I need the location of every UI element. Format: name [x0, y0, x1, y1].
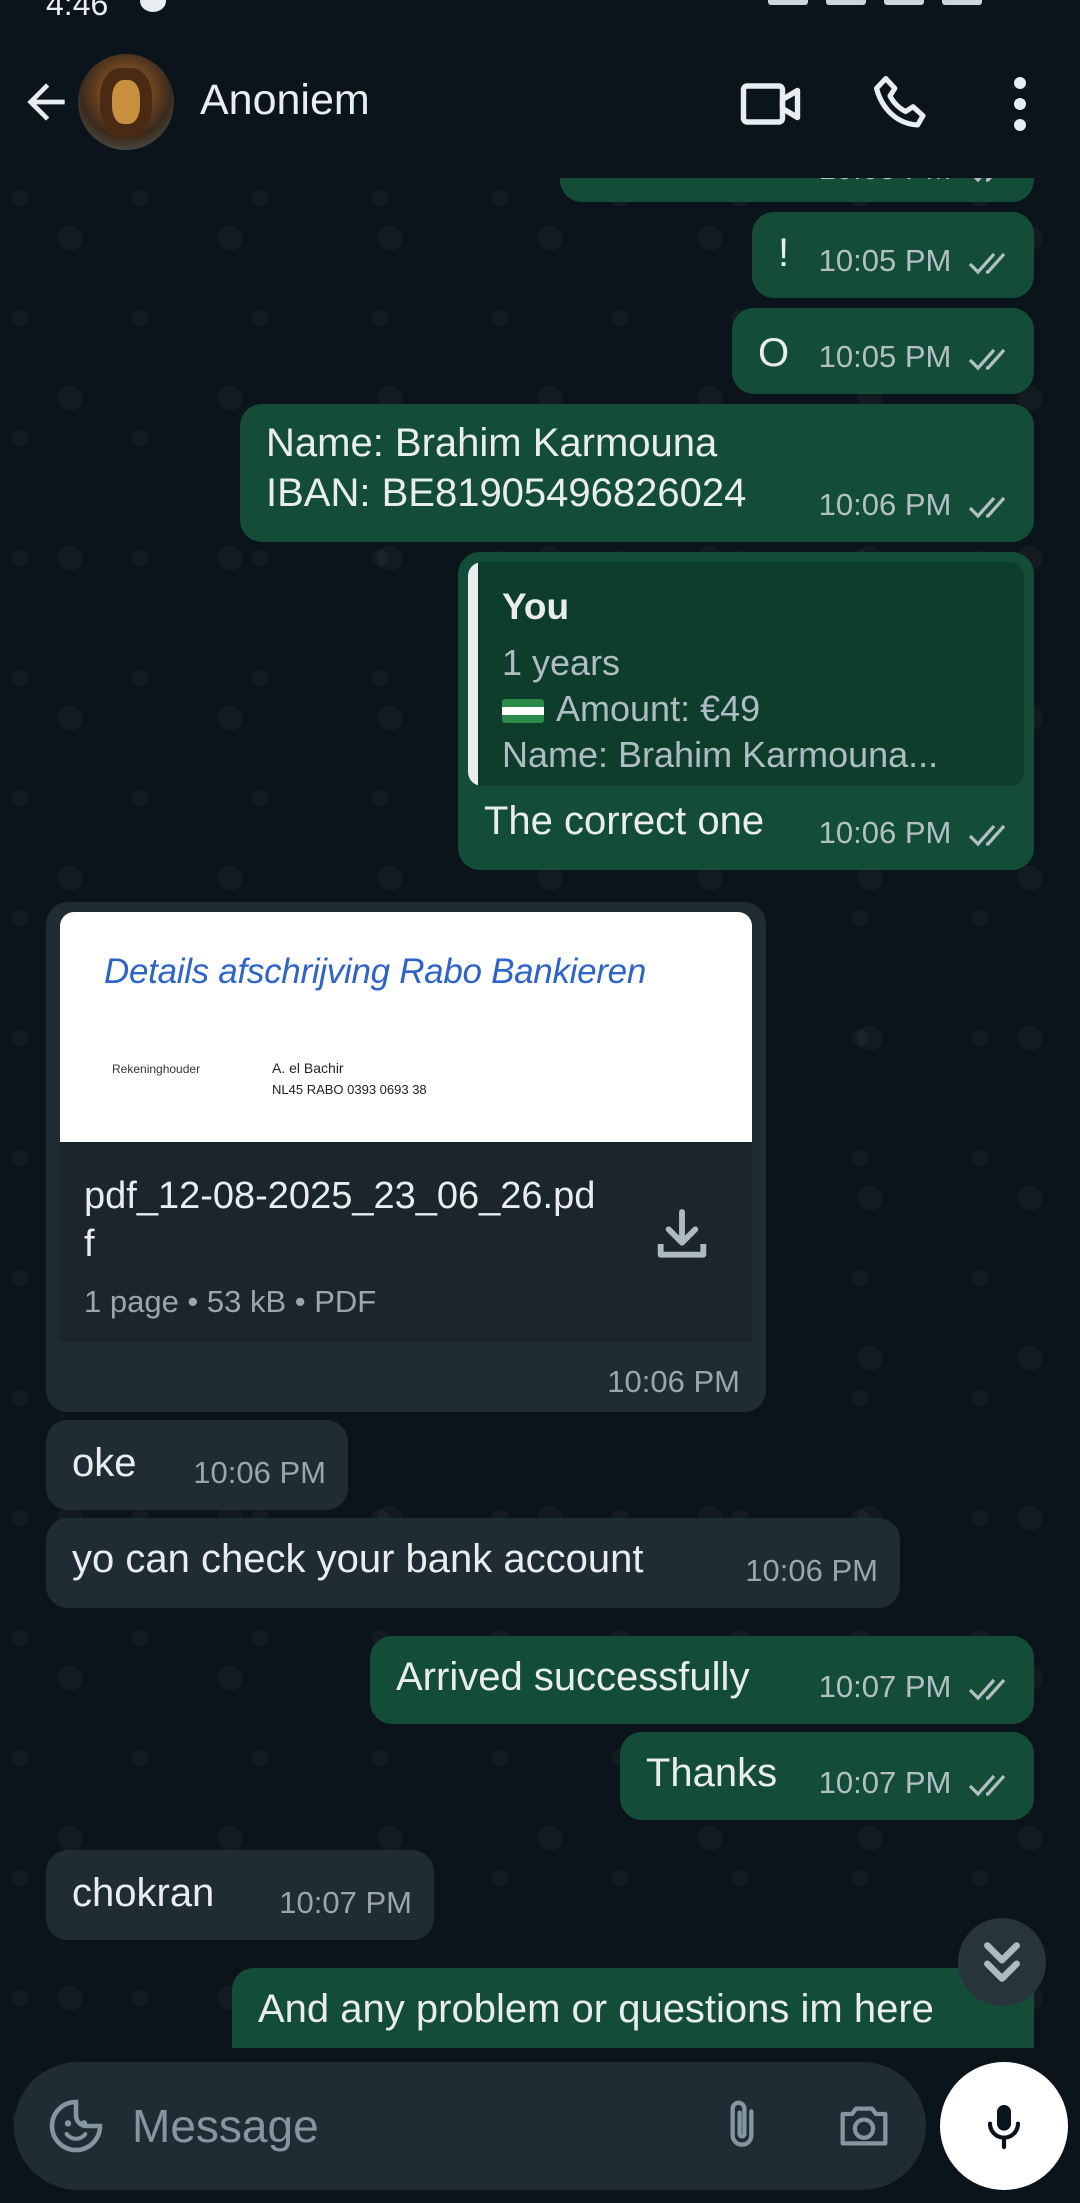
message-text-line2: IBAN: BE81905496826024 [266, 471, 747, 515]
voice-call-icon[interactable] [866, 68, 938, 140]
back-arrow-icon[interactable] [18, 74, 74, 130]
download-icon[interactable] [650, 1204, 714, 1268]
attachment-icon[interactable] [710, 2092, 774, 2160]
message-time: 10:06 PM [818, 487, 952, 522]
message-time: 10:05 PM [818, 243, 952, 278]
message-outgoing-reply[interactable]: You 1 years Amount: €49 Name: Brahim Kar… [458, 552, 1034, 870]
voice-message-button[interactable] [940, 2062, 1068, 2190]
status-time: 4:46 [46, 0, 109, 22]
message-text: ! [778, 231, 790, 275]
quote-line: Name: Brahim Karmouna... [502, 734, 939, 775]
quote-line: 1 years [502, 642, 621, 683]
message-text: O [758, 331, 790, 375]
message-incoming[interactable]: oke 10:06 PM [46, 1420, 348, 1510]
message-incoming[interactable]: chokran 10:07 PM [46, 1850, 434, 1940]
message-incoming-document[interactable]: Details afschrijving Rabo Bankieren Reke… [46, 902, 766, 1412]
message-time: 10:06 PM [745, 1553, 878, 1588]
read-ticks-icon [968, 252, 1006, 275]
video-call-icon[interactable] [736, 68, 808, 140]
message-text: oke [72, 1441, 137, 1485]
message-text-line1: Name: Brahim Karmouna [266, 421, 718, 465]
document-preview-title: Details afschrijving Rabo Bankieren [104, 952, 646, 991]
read-ticks-icon [968, 496, 1006, 519]
message-outgoing[interactable]: Name: Brahim Karmouna IBAN: BE8190549682… [240, 404, 1034, 542]
message-time: 10:07 PM [818, 1669, 952, 1704]
sticker-emoji-icon[interactable] [44, 2094, 108, 2158]
message-composer [14, 2062, 926, 2190]
message-text: yo can check your bank account [72, 1537, 644, 1581]
microphone-icon [987, 2105, 1021, 2150]
message-outgoing[interactable]: Arrived successfully 10:07 PM [370, 1636, 1034, 1724]
quoted-message[interactable]: You 1 years Amount: €49 Name: Brahim Kar… [468, 562, 1024, 786]
scroll-to-bottom-button[interactable] [958, 1918, 1046, 2006]
message-text: And any problem or questions im here [258, 1987, 934, 2031]
contact-name[interactable]: Anoniem [200, 76, 370, 125]
more-options-icon[interactable] [984, 68, 1056, 140]
message-time: 10:07 PM [818, 1765, 952, 1800]
message-text: chokran [72, 1871, 215, 1915]
message-time: 10:05 PM [818, 339, 952, 374]
quote-line: Amount: €49 [556, 688, 761, 729]
message-time: 10:06 PM [193, 1455, 326, 1490]
read-ticks-icon [968, 348, 1006, 371]
message-outgoing[interactable]: O 10:05 PM [732, 308, 1034, 394]
avatar[interactable] [78, 54, 174, 150]
status-bar: 4:46 [0, 0, 1080, 36]
message-outgoing[interactable]: ! 10:05 PM [752, 212, 1034, 298]
message-incoming[interactable]: yo can check your bank account 10:06 PM [46, 1518, 900, 1608]
document-file-name: pdf_12-08-2025_23_06_26.pdf [84, 1175, 596, 1265]
message-text: Thanks [646, 1751, 778, 1795]
document-preview-value: A. el Bachir [272, 1060, 344, 1076]
document-details: 1 page • 53 kB • PDF [84, 1284, 377, 1319]
message-time: 10:06 PM [818, 815, 952, 850]
chat-header: Anoniem [0, 36, 1080, 178]
message-outgoing[interactable]: And any problem or questions im here [232, 1968, 1034, 2048]
double-chevron-down-icon [984, 1942, 1020, 1982]
message-input[interactable] [132, 2092, 692, 2160]
camera-icon[interactable] [832, 2094, 896, 2158]
message-time: 10:07 PM [279, 1885, 412, 1920]
message-text: The correct one [484, 799, 765, 843]
document-preview[interactable]: Details afschrijving Rabo Bankieren Reke… [60, 912, 752, 1142]
notification-dot-icon [140, 0, 166, 12]
quote-author: You [502, 586, 570, 627]
flag-icon [502, 699, 544, 724]
read-ticks-icon [968, 1678, 1006, 1701]
message-text: Arrived successfully [396, 1655, 750, 1699]
read-ticks-icon [968, 1774, 1006, 1797]
message-outgoing[interactable]: Thanks 10:07 PM [620, 1732, 1034, 1820]
document-info[interactable]: pdf_12-08-2025_23_06_26.pdf 1 page • 53 … [60, 1142, 752, 1342]
read-ticks-icon [968, 824, 1006, 847]
message-time: 10:06 PM [607, 1364, 740, 1399]
document-preview-value: NL45 RABO 0393 0693 38 [272, 1082, 427, 1097]
document-preview-label: Rekeninghouder [112, 1062, 201, 1076]
status-icons [750, 0, 1010, 8]
